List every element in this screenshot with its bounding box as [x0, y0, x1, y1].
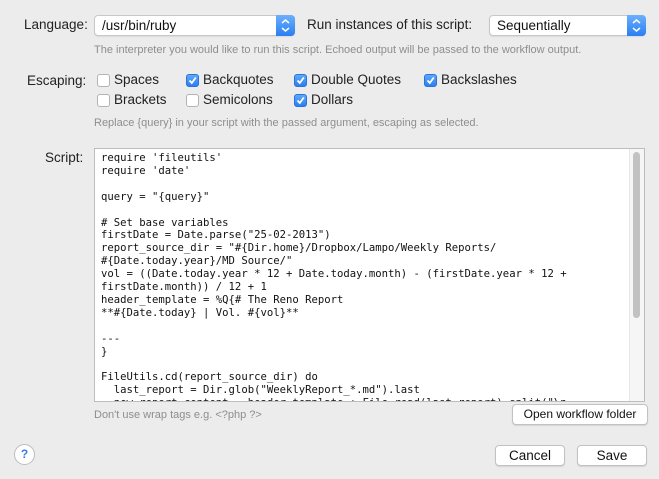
- checkbox-label-dollars: Dollars: [311, 92, 354, 107]
- escaping-hint: Replace {query} in your script with the …: [94, 117, 479, 129]
- checkbox-label-spaces: Spaces: [114, 72, 160, 87]
- checkbox-semicolons[interactable]: [186, 94, 199, 107]
- checkbox-label-semicolons: Semicolons: [203, 92, 273, 107]
- checkbox-label-double-quotes: Double Quotes: [311, 72, 402, 87]
- checkbox-label-backquotes: Backquotes: [203, 72, 274, 87]
- checkbox-dollars[interactable]: [294, 94, 307, 107]
- checkbox-backquotes[interactable]: [186, 74, 199, 87]
- checkmark-icon: [188, 76, 197, 85]
- script-editor[interactable]: require 'fileutils' require 'date' query…: [94, 148, 645, 402]
- checkmark-icon: [426, 76, 435, 85]
- checkbox-label-brackets: Brackets: [114, 92, 167, 107]
- escaping-label: Escaping:: [27, 73, 87, 88]
- language-value: /usr/bin/ruby: [102, 18, 177, 33]
- interpreter-hint: The interpreter you would like to run th…: [94, 44, 582, 56]
- select-arrows-icon: [627, 15, 646, 36]
- run-instances-select[interactable]: Sequentially: [489, 15, 646, 36]
- checkbox-spaces[interactable]: [97, 74, 110, 87]
- help-button[interactable]: ?: [14, 444, 35, 465]
- script-scrollbar[interactable]: [629, 149, 644, 401]
- open-workflow-folder-button[interactable]: Open workflow folder: [512, 404, 648, 425]
- checkbox-label-backslashes: Backslashes: [441, 72, 517, 87]
- language-label: Language:: [24, 17, 88, 32]
- save-button[interactable]: Save: [577, 445, 647, 466]
- checkbox-double-quotes[interactable]: [294, 74, 307, 87]
- wrap-tags-hint: Don't use wrap tags e.g. <?php ?>: [94, 409, 262, 421]
- language-select[interactable]: /usr/bin/ruby: [94, 15, 295, 36]
- checkmark-icon: [296, 96, 305, 105]
- scrollbar-thumb[interactable]: [633, 152, 640, 318]
- checkbox-brackets[interactable]: [97, 94, 110, 107]
- cancel-button[interactable]: Cancel: [495, 445, 565, 466]
- run-instances-value: Sequentially: [497, 18, 571, 33]
- run-instances-label: Run instances of this script:: [307, 17, 473, 32]
- checkbox-backslashes[interactable]: [424, 74, 437, 87]
- script-label: Script:: [45, 150, 84, 165]
- script-code[interactable]: require 'fileutils' require 'date' query…: [95, 149, 644, 401]
- checkmark-icon: [296, 76, 305, 85]
- select-arrows-icon: [276, 15, 295, 36]
